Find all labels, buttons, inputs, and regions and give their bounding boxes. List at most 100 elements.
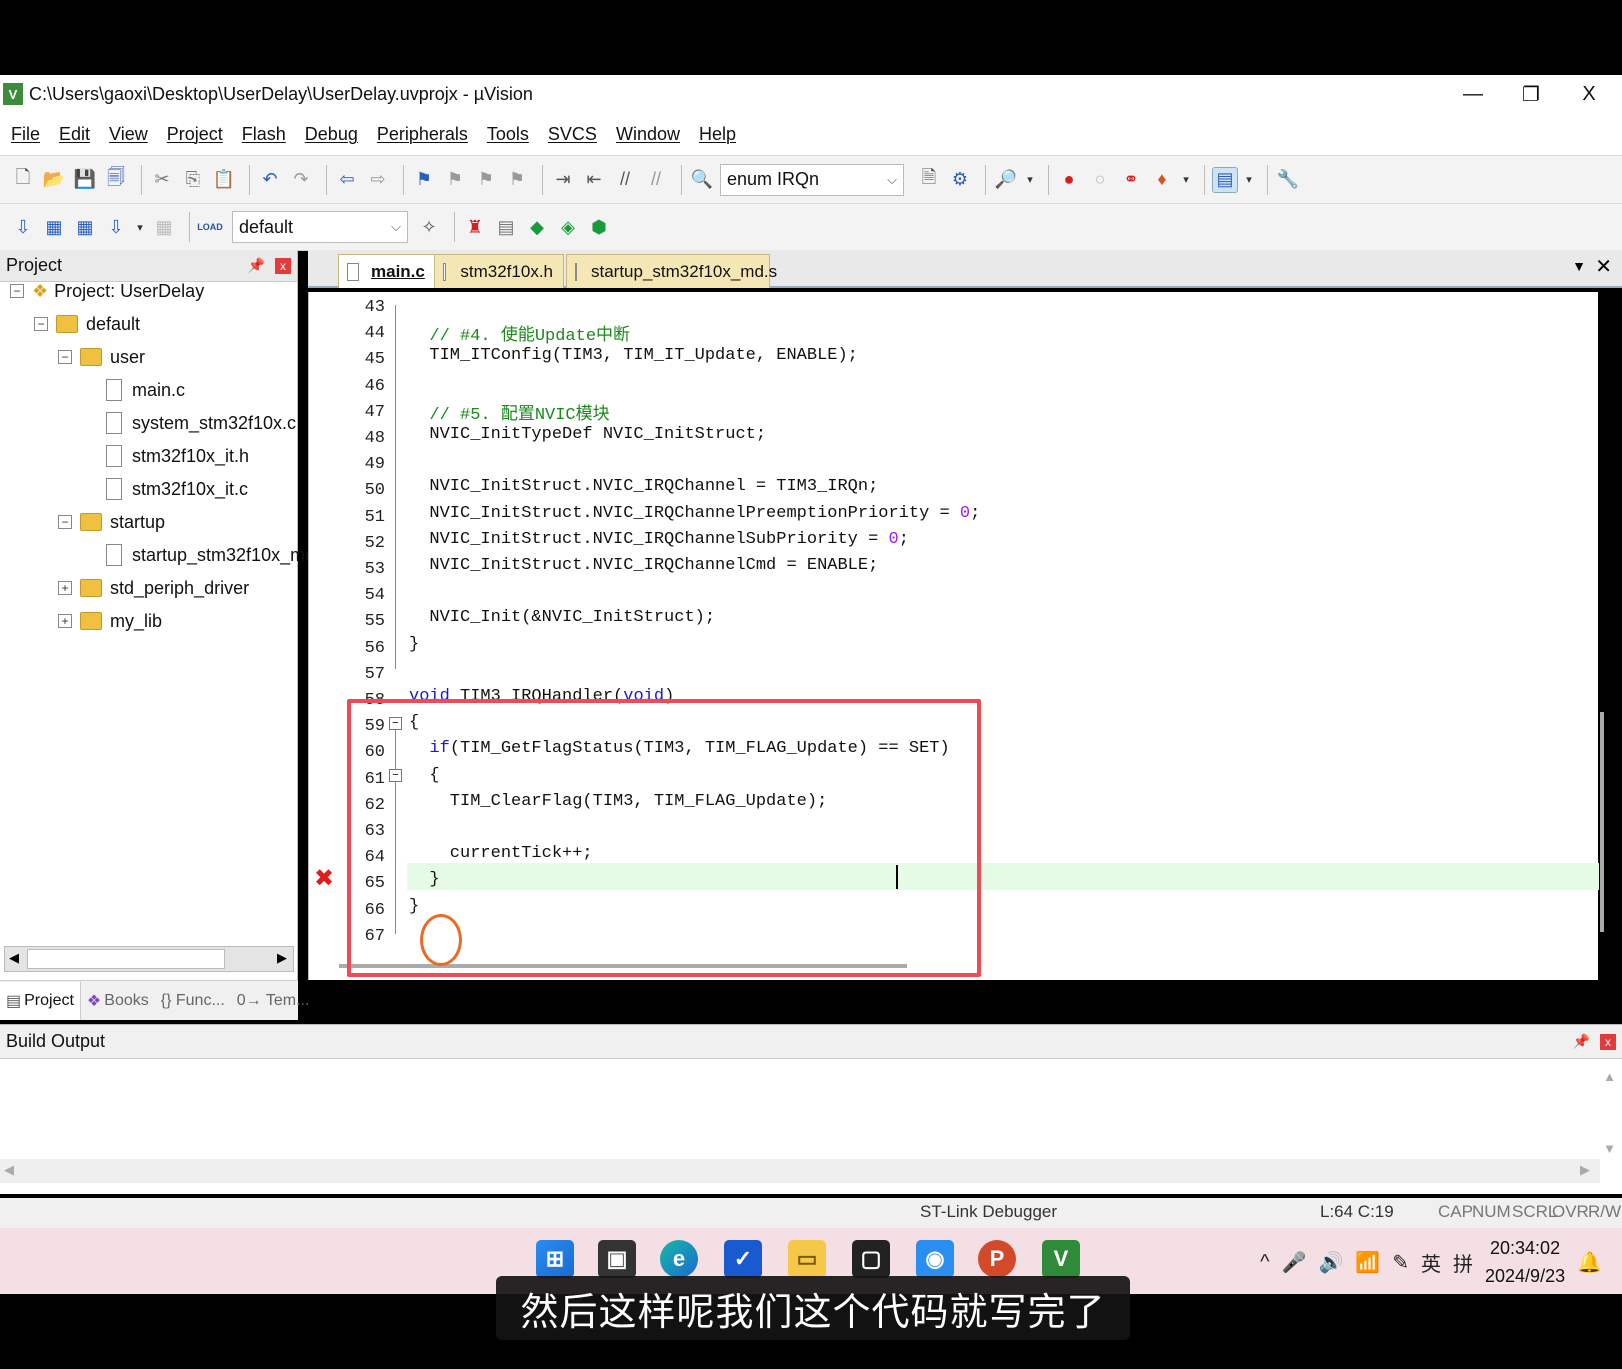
scroll-left-icon[interactable]: ◀ xyxy=(9,950,19,966)
menu-debug[interactable]: Debug xyxy=(305,124,358,145)
tree-item-group[interactable]: − user xyxy=(58,342,145,372)
window-layout-dropdown-icon[interactable]: ▾ xyxy=(1243,167,1255,193)
tree-item-project[interactable]: − ❖ Project: UserDelay xyxy=(10,276,204,306)
tree-item-file[interactable]: stm32f10x_it.h xyxy=(106,441,249,471)
incremental-find-icon[interactable]: ⚙ xyxy=(947,167,973,193)
new-file-icon[interactable]: 🗋 xyxy=(10,167,36,193)
pin-icon[interactable]: 📌 xyxy=(1573,1033,1590,1050)
collapse-icon[interactable]: − xyxy=(58,515,72,529)
breakpoint-icon[interactable]: ● xyxy=(1056,167,1082,193)
manage-project-items-icon[interactable]: ♜ xyxy=(462,214,488,240)
download-icon[interactable]: LOAD xyxy=(197,214,223,240)
stop-build-icon[interactable]: ▦ xyxy=(151,214,177,240)
tree-item-file[interactable]: startup_stm32f10x_md.s xyxy=(106,540,329,570)
volume-icon[interactable]: 🔊 xyxy=(1318,1250,1343,1275)
camera-icon[interactable]: ▢ xyxy=(852,1240,890,1278)
bookmark-prev-icon[interactable]: ⚑ xyxy=(442,167,468,193)
indent-icon[interactable]: ⇥ xyxy=(550,167,576,193)
notification-bell-icon[interactable]: 🔔 xyxy=(1577,1250,1602,1275)
powerpoint-icon[interactable]: P xyxy=(978,1240,1016,1278)
menu-file[interactable]: File xyxy=(11,124,40,145)
menu-project[interactable]: Project xyxy=(167,124,223,145)
pack-installer-icon[interactable]: ⬢ xyxy=(586,214,612,240)
find-icon[interactable]: 🗎 xyxy=(916,167,942,193)
pin-icon[interactable]: 📌 xyxy=(248,257,265,274)
tree-item-group[interactable]: + my_lib xyxy=(58,606,162,636)
menu-svcs[interactable]: SVCS xyxy=(548,124,597,145)
close-pane-icon[interactable]: x xyxy=(1600,1033,1616,1050)
debug-dropdown-icon[interactable]: ▾ xyxy=(1024,167,1036,193)
breakpoint-disable-all-icon[interactable]: ⚭ xyxy=(1118,167,1144,193)
windows-start-icon[interactable]: ⊞ xyxy=(536,1240,574,1278)
tab-list-dropdown-icon[interactable]: ▼ xyxy=(1572,258,1586,274)
copy-icon[interactable]: ⎘ xyxy=(180,167,206,193)
tree-item-group[interactable]: + std_periph_driver xyxy=(58,573,249,603)
editor-vscrollbar[interactable] xyxy=(1600,712,1604,932)
uncomment-icon[interactable]: // xyxy=(643,167,669,193)
comment-icon[interactable]: // xyxy=(612,167,638,193)
expand-icon[interactable]: + xyxy=(58,614,72,628)
configure-icon[interactable]: 🔧 xyxy=(1275,167,1301,193)
redo-icon[interactable]: ↷ xyxy=(288,167,314,193)
ime-pinyin-icon[interactable]: 拼 xyxy=(1453,1248,1473,1277)
collapse-icon[interactable]: − xyxy=(34,317,48,331)
webcam-icon[interactable]: ◉ xyxy=(916,1240,954,1278)
tab-templates[interactable]: 0→ Tem... xyxy=(231,992,316,1010)
todo-icon[interactable]: ✓ xyxy=(724,1240,762,1278)
manage-rte-icon[interactable]: ◆ xyxy=(524,214,550,240)
tray-overflow-icon[interactable]: ^ xyxy=(1260,1251,1269,1274)
close-pane-icon[interactable]: x xyxy=(275,257,291,274)
collapse-icon[interactable]: − xyxy=(10,284,24,298)
uvision-taskbar-icon[interactable]: V xyxy=(1042,1240,1080,1278)
menu-window[interactable]: Window xyxy=(616,124,680,145)
minimize-button[interactable]: — xyxy=(1444,75,1502,113)
restore-button[interactable]: ❐ xyxy=(1502,75,1560,113)
translate-icon[interactable]: ⇩ xyxy=(10,214,36,240)
menu-view[interactable]: View xyxy=(109,124,148,145)
find-combo[interactable]: enum IRQn ⌵ xyxy=(720,163,904,196)
target-combo[interactable]: default ⌵ xyxy=(232,211,408,243)
batch-dropdown-icon[interactable]: ▾ xyxy=(134,214,146,240)
target-options-icon[interactable]: ✧ xyxy=(416,214,442,240)
breakpoint-kill-all-icon[interactable]: ♦ xyxy=(1149,167,1175,193)
menu-flash[interactable]: Flash xyxy=(242,124,286,145)
window-layout-icon[interactable]: ▤ xyxy=(1212,166,1238,193)
tab-books[interactable]: ❖ Books xyxy=(81,991,155,1011)
close-window-button[interactable]: X xyxy=(1560,75,1618,113)
menu-tools[interactable]: Tools xyxy=(487,124,529,145)
debug-session-icon[interactable]: 🔎 xyxy=(993,167,1019,193)
rebuild-icon[interactable]: ▦ xyxy=(72,214,98,240)
batch-build-icon[interactable]: ⇩ xyxy=(103,214,129,240)
breakpoint-dropdown-icon[interactable]: ▾ xyxy=(1180,167,1192,193)
cut-icon[interactable]: ✂ xyxy=(149,167,175,193)
breakpoint-disable-icon[interactable]: ○ xyxy=(1087,167,1113,193)
tree-item-target[interactable]: − default xyxy=(34,309,140,339)
task-view-icon[interactable]: ▣ xyxy=(598,1240,636,1278)
collapse-icon[interactable]: − xyxy=(58,350,72,364)
scroll-right-icon[interactable]: ▶ xyxy=(1580,1162,1590,1178)
nav-back-icon[interactable]: ⇦ xyxy=(334,167,360,193)
tree-item-file[interactable]: system_stm32f10x.c xyxy=(106,408,296,438)
scroll-right-icon[interactable]: ▶ xyxy=(277,950,287,966)
tree-item-file[interactable]: main.c xyxy=(106,375,185,405)
menu-edit[interactable]: Edit xyxy=(59,124,90,145)
scroll-up-icon[interactable]: ▲ xyxy=(1603,1069,1616,1084)
open-file-icon[interactable]: 📂 xyxy=(41,167,67,193)
menu-help[interactable]: Help xyxy=(699,124,736,145)
expand-icon[interactable]: + xyxy=(58,581,72,595)
tree-item-file[interactable]: stm32f10x_it.c xyxy=(106,474,248,504)
scroll-thumb[interactable] xyxy=(27,949,225,969)
close-tab-icon[interactable]: ✕ xyxy=(1595,254,1612,279)
find-in-files-icon[interactable]: 🔍 xyxy=(689,167,715,193)
folder-icon[interactable]: ▭ xyxy=(788,1240,826,1278)
build-icon[interactable]: ▦ xyxy=(41,214,67,240)
save-icon[interactable]: 💾 xyxy=(72,167,98,193)
tab-functions[interactable]: {} Func... xyxy=(155,992,231,1010)
paste-icon[interactable]: 📋 xyxy=(211,167,237,193)
tab-project[interactable]: ▤ Project xyxy=(0,981,81,1020)
scroll-left-icon[interactable]: ◀ xyxy=(4,1162,14,1178)
scroll-down-icon[interactable]: ▼ xyxy=(1603,1141,1616,1156)
edge-icon[interactable]: e xyxy=(660,1240,698,1278)
tree-item-group[interactable]: − startup xyxy=(58,507,165,537)
unindent-icon[interactable]: ⇤ xyxy=(581,167,607,193)
